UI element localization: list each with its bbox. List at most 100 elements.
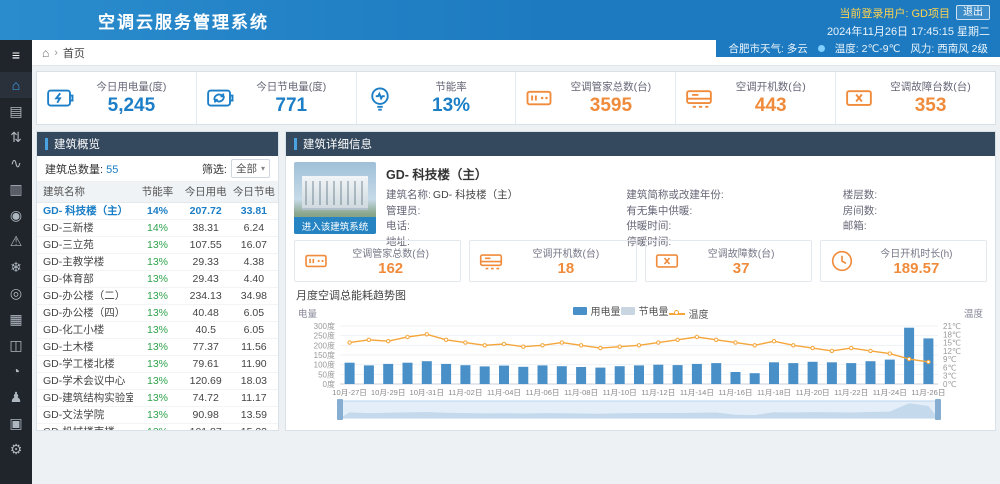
device-list-icon[interactable]: ▥ [0,176,32,202]
svg-text:11月-08日: 11月-08日 [564,388,598,397]
breadcrumb-separator-icon: › [54,47,58,59]
building-field: 供暖时间: [626,219,842,235]
table-row[interactable]: GD-三新楼14%38.316.24 [37,219,278,236]
trend-icon[interactable]: ∿ [0,150,32,176]
table-row[interactable]: GD-土木楼13%77.3711.56 [37,338,278,355]
right-axis-unit: 温度 [964,306,983,320]
report-icon[interactable]: ◔ [0,358,32,384]
home-breadcrumb-icon[interactable]: ⌂ [42,46,49,60]
weather-wind-label: 风力: 西南风 2级 [910,41,988,56]
building-name: GD- 科技楼（主） [386,164,987,183]
ac-manager-icon [524,83,554,113]
table-row[interactable]: GD-建筑结构实验室13%74.7211.17 [37,389,278,406]
stat-label: 空调开机数(台) [714,79,827,94]
table-row[interactable]: GD- 科技楼（主）14%207.7233.81 [37,202,278,219]
legend-label: 节电量 [639,303,669,318]
logout-button[interactable]: 退出 [956,5,990,20]
svg-text:10月-29日: 10月-29日 [371,388,406,397]
building-field: 楼层数: [843,188,987,204]
sidebar-icons: ≡ ⌂▤⇅∿▥◉⚠❄◎▦◫◔♟▣⚙ [0,42,32,462]
chart-legend: 用电量 节电量 温度 [573,303,709,321]
legend-swatch [573,307,587,315]
ranking-icon[interactable]: ⇅ [0,124,32,150]
stat-label: 节能率 [395,79,508,94]
table-row[interactable]: GD-办公楼（四）13%40.486.05 [37,304,278,321]
legend-item-用电量[interactable]: 用电量 [573,303,621,318]
stat-label: 空调开机数(台) [504,245,627,260]
chart-title: 月度空调总能耗趋势图 [294,284,987,304]
panel-accent [45,138,48,150]
temperature-icon [818,45,825,52]
table-row[interactable]: GD-三立苑13%107.5516.07 [37,236,278,253]
legend-label: 温度 [689,306,709,321]
table-row[interactable]: GD-办公楼（二）13%234.1334.98 [37,287,278,304]
stat-card-4: 空调管家总数(台)3595 [516,72,676,124]
grid-icon[interactable]: ▦ [0,306,32,332]
purify-icon[interactable]: ◎ [0,280,32,306]
datazoom-handle-right[interactable] [935,399,941,420]
home-icon[interactable]: ⌂ [0,72,32,98]
svg-text:11月-24日: 11月-24日 [873,388,907,397]
svg-text:11月-10日: 11月-10日 [603,388,637,397]
weather-city-label: 合肥市天气: 多云 [728,41,807,56]
panels: 建筑概览 建筑总数量: 55 筛选: 全部 ▾ [36,131,996,431]
ac-fault-icon [654,248,680,274]
svg-text:11月-12日: 11月-12日 [641,388,675,397]
stat-label: 空调管家总数(台) [329,245,452,260]
clock-icon [829,248,855,274]
building-detail-header: 建筑详细信息 [286,132,995,156]
svg-text:18℃: 18℃ [943,330,961,339]
legend-item-温度[interactable]: 温度 [669,306,709,321]
building-filter-select[interactable]: 全部 ▾ [231,159,270,178]
settings-icon[interactable]: ⚙ [0,436,32,462]
breadcrumb-home-link[interactable]: 首页 [63,45,85,61]
ac-on-icon [478,248,504,274]
legend-swatch [669,313,685,315]
legend-row: 电量 用电量节电量温度 温度 [294,304,987,320]
table-row[interactable]: GD-化工小楼13%40.56.05 [37,321,278,338]
warning-icon[interactable]: ⚠ [0,228,32,254]
building-field: 建筑名称:GD- 科技楼（主） [386,188,626,204]
svg-text:11月-02日: 11月-02日 [448,388,482,397]
stat-value: 37 [680,260,803,277]
table-row[interactable]: GD-学工楼北楼13%79.6111.90 [37,355,278,372]
datazoom-handle-left[interactable] [337,399,343,420]
table-row[interactable]: GD-主教学楼13%29.334.38 [37,253,278,270]
panel-accent [294,138,297,150]
building-detail-panel: 建筑详细信息 进入该建筑系统 GD- 科技楼（主） 建筑名称:GD- 科技楼（主… [285,131,996,431]
stat-value: 5,245 [75,95,188,117]
table-row[interactable]: GD-体育部13%29.434.40 [37,270,278,287]
ac-manager-icon [303,248,329,274]
building-count-label: 建筑总数量: [45,164,103,176]
stat-value: 18 [504,260,627,277]
chart-block: 月度空调总能耗趋势图 电量 用电量节电量温度 温度 0度50度100度150度2… [286,282,995,427]
stat-label: 空调故障数(台) [680,245,803,260]
svg-text:100度: 100度 [314,360,335,370]
building-icon[interactable]: ▣ [0,410,32,436]
legend-swatch [621,307,635,315]
svg-text:11月-20日: 11月-20日 [796,388,830,397]
filter-label: 筛选: [202,161,227,177]
enter-building-button[interactable]: 进入该建筑系统 [294,217,376,234]
menu-icon[interactable]: ≡ [0,42,32,68]
overview-icon[interactable]: ▤ [0,98,32,124]
svg-text:10月-31日: 10月-31日 [409,388,444,397]
detail-stats-row: 空调管家总数(台)162空调开机数(台)18空调故障数(台)37今日开机时长(h… [286,240,995,282]
svg-text:15℃: 15℃ [943,339,961,348]
alarm-icon[interactable]: ◉ [0,202,32,228]
filter-selected-value: 全部 [236,161,257,176]
monitor-icon[interactable]: ◫ [0,332,32,358]
detail-stat-card-3: 空调故障数(台)37 [645,240,812,282]
building-table-body: GD- 科技楼（主）14%207.7233.81GD-三新楼14%38.316.… [37,202,278,431]
building-detail-info: 进入该建筑系统 GD- 科技楼（主） 建筑名称:GD- 科技楼（主）管理员:电话… [286,156,995,240]
table-row[interactable]: GD-学术会议中心13%120.6918.03 [37,372,278,389]
table-row[interactable]: GD-机械楼南楼13%101.8715.22 [37,423,278,431]
table-row[interactable]: GD-文法学院13%90.9813.59 [37,406,278,423]
ac-fault-icon [844,83,874,113]
user-icon[interactable]: ♟ [0,384,32,410]
stat-card-1: 今日用电量(度)5,245 [37,72,197,124]
stat-card-6: 空调故障台数(台)353 [836,72,995,124]
cooling-icon[interactable]: ❄ [0,254,32,280]
legend-item-节电量[interactable]: 节电量 [621,303,669,318]
stat-label: 今日用电量(度) [75,79,188,94]
